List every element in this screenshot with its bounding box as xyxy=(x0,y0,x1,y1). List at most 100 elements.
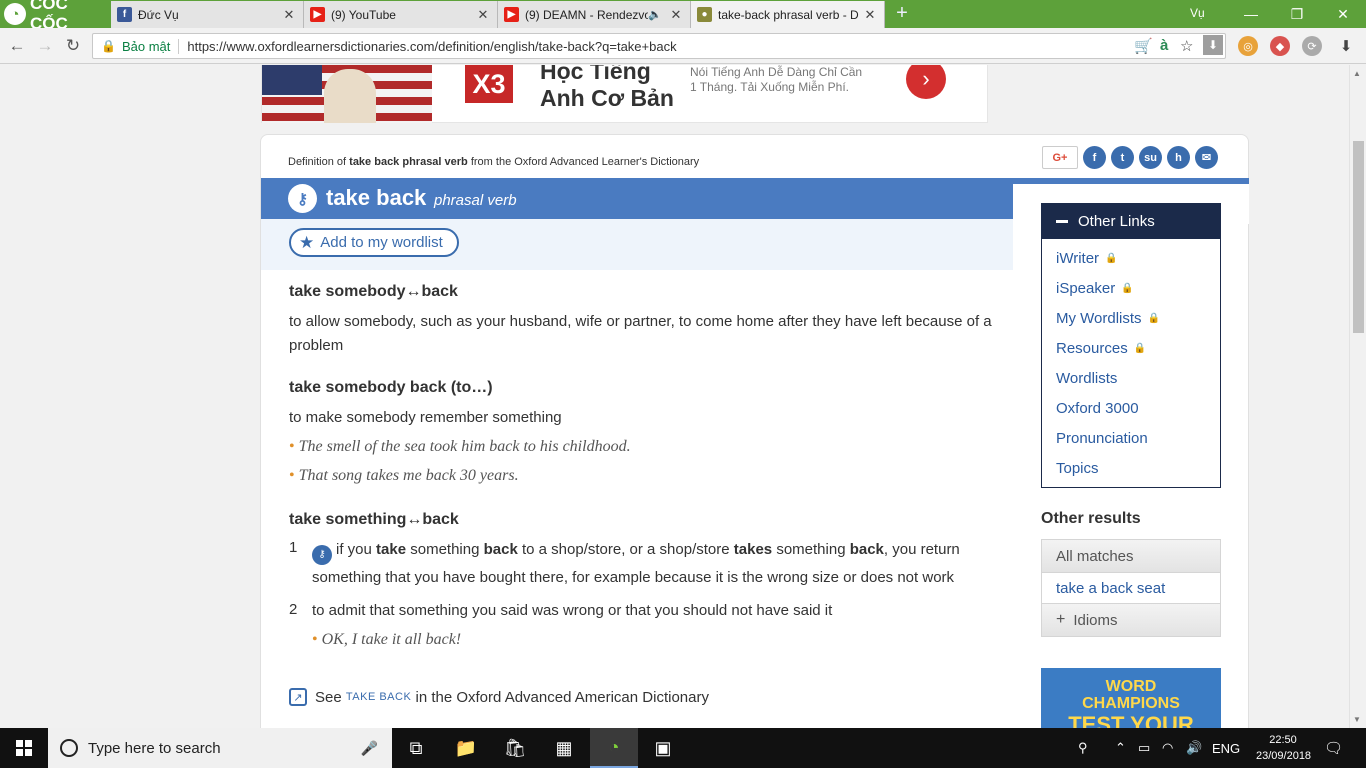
url-text[interactable]: https://www.oxfordlearnersdictionaries.c… xyxy=(187,39,676,54)
ad-person-image xyxy=(324,69,376,123)
sidebar-link-iwriter[interactable]: iWriter 🔒 xyxy=(1042,243,1220,273)
scroll-up-icon[interactable]: ▲ xyxy=(1353,69,1361,78)
forward-button[interactable]: → xyxy=(34,35,56,57)
volume-icon[interactable]: 🔊 xyxy=(1186,728,1202,768)
wifi-icon[interactable]: ◠ xyxy=(1162,728,1173,768)
store-icon[interactable]: 🛍 xyxy=(491,728,539,768)
other-results-panel: All matches take a back seat + Idioms xyxy=(1041,539,1221,637)
downloads-icon[interactable]: ⬇ xyxy=(1336,36,1356,56)
email-share-icon[interactable]: ✉ xyxy=(1195,146,1218,169)
all-matches-tab[interactable]: All matches xyxy=(1042,540,1220,572)
oxford-favicon-icon: ● xyxy=(697,7,712,22)
minimize-button[interactable]: — xyxy=(1228,0,1274,28)
ad-badge: X3 xyxy=(465,65,513,103)
language-indicator[interactable]: ENG xyxy=(1212,728,1240,768)
tab-oxford[interactable]: ● take-back phrasal verb - D ✕ xyxy=(691,1,885,28)
coccoc-taskbar-icon[interactable]: ◔ xyxy=(590,728,638,768)
tab-deamn[interactable]: ▶ (9) DEAMN - Rendezvo 🔈 ✕ xyxy=(498,1,691,28)
collapse-icon xyxy=(1056,220,1068,223)
security-label: Bảo mật xyxy=(122,38,180,54)
close-window-button[interactable]: ✕ xyxy=(1320,0,1366,28)
tab-facebook[interactable]: f Đức Vụ ✕ xyxy=(111,1,304,28)
see-american-dictionary-link[interactable]: ↗ See TAKE BACK in the Oxford Advanced A… xyxy=(289,688,709,706)
windows-logo-icon xyxy=(16,740,32,756)
other-links-header[interactable]: Other Links xyxy=(1042,204,1220,239)
app-icon-2[interactable]: ▣ xyxy=(639,728,687,768)
reload-button[interactable]: ↻ xyxy=(62,35,84,57)
notification-icon[interactable]: 🗨 xyxy=(1324,728,1343,768)
start-button[interactable] xyxy=(0,728,48,768)
profile-name[interactable]: Vụ xyxy=(1190,6,1205,20)
definition-text: to make somebody remember something xyxy=(289,409,562,426)
close-tab-icon[interactable]: ✕ xyxy=(862,7,878,23)
battery-icon[interactable]: ▭ xyxy=(1138,728,1150,768)
task-view-icon[interactable]: ⧉ xyxy=(392,728,440,768)
youtube-icon: ▶ xyxy=(310,7,325,22)
page-scrollbar[interactable]: ▲ ▼ xyxy=(1349,65,1366,728)
windows-taskbar: Type here to search 🎤 ⧉ 📁 🛍 ▦ ◔ ▣ ⚲ ⌃ ▭ … xyxy=(0,728,1366,768)
ad-arrow-button[interactable]: › xyxy=(906,65,946,99)
sidebar-link-oxford-3000[interactable]: Oxford 3000 xyxy=(1042,393,1220,423)
sidebar-link-ispeaker[interactable]: iSpeaker 🔒 xyxy=(1042,273,1220,303)
sub-sense-2: to admit that something you said was wro… xyxy=(312,599,1012,652)
lock-icon: 🔒 xyxy=(1147,312,1161,324)
tray-chevron-icon[interactable]: ⌃ xyxy=(1115,728,1126,768)
add-to-wordlist-button[interactable]: ★ Add to my wordlist xyxy=(289,228,459,257)
facebook-share-icon[interactable]: f xyxy=(1083,146,1106,169)
sense-2: take somebody back (to…) to make somebod… xyxy=(289,376,1009,488)
sidebar-link-wordlists[interactable]: Wordlists xyxy=(1042,363,1220,393)
shopping-cart-icon[interactable]: 🛒 xyxy=(1134,37,1153,55)
bookmark-star-icon[interactable]: ☆ xyxy=(1180,37,1193,55)
back-button[interactable]: ← xyxy=(6,35,28,57)
extension-gray-icon[interactable]: ⟳ xyxy=(1302,36,1322,56)
file-explorer-icon[interactable]: 📁 xyxy=(442,728,490,768)
google-plus-share-button[interactable]: G+ xyxy=(1042,146,1078,169)
tab-youtube[interactable]: ▶ (9) YouTube ✕ xyxy=(304,1,498,28)
oxford-3000-key-icon[interactable]: ⚷ xyxy=(312,545,332,565)
sub-sense-1: ⚷ if you take something back to a shop/st… xyxy=(312,541,960,586)
ad-title[interactable]: Học Tiếng Anh Cơ Bản xyxy=(540,65,680,112)
advertisement-banner[interactable]: X3 Học Tiếng Anh Cơ Bản Nói Tiếng Anh Dễ… xyxy=(261,65,988,123)
restore-button[interactable]: ❐ xyxy=(1274,0,1320,28)
idioms-tab[interactable]: + Idioms xyxy=(1042,604,1220,636)
stumbleupon-share-icon[interactable]: su xyxy=(1139,146,1162,169)
sidebar-link-resources[interactable]: Resources 🔒 xyxy=(1042,333,1220,363)
word-champions-banner[interactable]: WORD CHAMPIONS TEST YOUR xyxy=(1041,668,1221,728)
sidebar-link-topics[interactable]: Topics xyxy=(1042,453,1220,483)
people-icon[interactable]: ⚲ xyxy=(1078,728,1088,768)
new-tab-button[interactable]: + xyxy=(892,2,912,25)
browser-tab-strip: ◔ CỐC CỐC f Đức Vụ ✕ ▶ (9) YouTube ✕ ▶ (… xyxy=(0,0,1366,33)
definition-text: to admit that something you said was wro… xyxy=(312,602,833,619)
coccoc-brand[interactable]: ◔ CỐC CỐC xyxy=(0,0,110,33)
page-viewport: X3 Học Tiếng Anh Cơ Bản Nói Tiếng Anh Dễ… xyxy=(0,65,1366,728)
cortana-icon xyxy=(60,739,78,757)
example-sentence: • That song takes me back 30 years. xyxy=(289,467,519,484)
scrollbar-thumb[interactable] xyxy=(1353,141,1364,333)
result-link[interactable]: take a back seat xyxy=(1042,572,1220,604)
translate-icon[interactable]: à xyxy=(1160,37,1168,54)
adblock-icon[interactable]: ◆ xyxy=(1270,36,1290,56)
sense-3: take something↔back xyxy=(289,508,1009,532)
twitter-share-icon[interactable]: t xyxy=(1111,146,1134,169)
close-tab-icon[interactable]: ✕ xyxy=(475,7,491,23)
scroll-down-icon[interactable]: ▼ xyxy=(1353,715,1361,724)
clock[interactable]: 22:50 23/09/2018 xyxy=(1256,732,1311,764)
app-icon[interactable]: ▦ xyxy=(540,728,588,768)
wordlist-band: ★ Add to my wordlist xyxy=(261,219,1013,270)
see-term[interactable]: TAKE BACK xyxy=(346,691,411,703)
lock-icon: 🔒 xyxy=(1121,282,1134,294)
wordlist-label: Add to my wordlist xyxy=(320,234,443,251)
example-sentence: • The smell of the sea took him back to h… xyxy=(289,438,631,455)
hyves-share-icon[interactable]: h xyxy=(1167,146,1190,169)
taskbar-search-box[interactable]: Type here to search 🎤 xyxy=(48,728,392,768)
speaker-icon[interactable]: 🔈 xyxy=(648,8,662,21)
microphone-icon[interactable]: 🎤 xyxy=(361,740,378,757)
phrasal-verb-heading: take somebody↔back xyxy=(289,283,458,300)
extension-icon[interactable]: ◎ xyxy=(1238,36,1258,56)
address-bar[interactable]: 🔒 Bảo mật https://www.oxfordlearnersdict… xyxy=(92,33,1226,59)
sidebar-link-pronunciation[interactable]: Pronunciation xyxy=(1042,423,1220,453)
close-tab-icon[interactable]: ✕ xyxy=(281,7,297,23)
download-page-icon[interactable]: ⬇ xyxy=(1203,35,1223,55)
sidebar-link-my-wordlists[interactable]: My Wordlists 🔒 xyxy=(1042,303,1220,333)
close-tab-icon[interactable]: ✕ xyxy=(668,7,684,23)
